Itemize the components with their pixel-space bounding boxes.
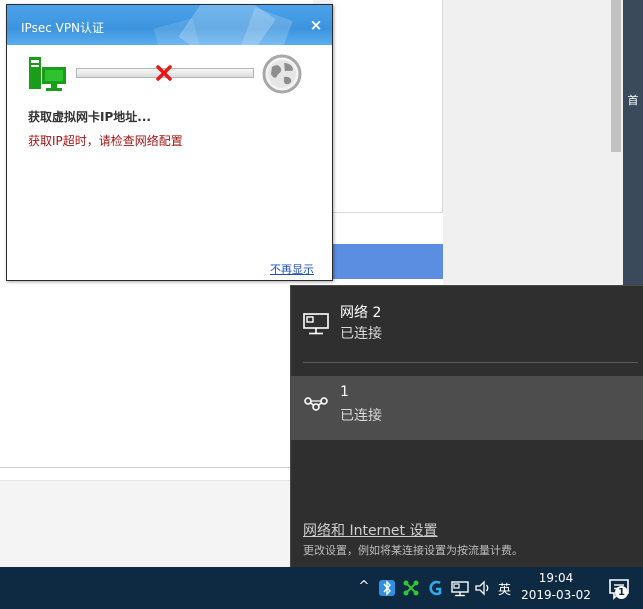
network-item-status: 已连接	[340, 408, 382, 424]
taskbar: ^ 英 19:04 2019-03-02 1	[0, 567, 643, 609]
globe-icon	[262, 54, 302, 94]
vpn-dialog-titlebar: IPsec VPN认证 ×	[7, 5, 332, 45]
clock[interactable]: 19:04 2019-03-02	[520, 570, 592, 604]
computer-icon	[29, 57, 66, 91]
background-panel	[333, 0, 443, 213]
background-dark-strip	[623, 0, 643, 285]
network-green-icon[interactable]	[402, 578, 420, 598]
background-strip-text: 首	[627, 94, 639, 107]
notification-count-badge: 1	[615, 586, 628, 599]
close-icon[interactable]: ×	[306, 15, 326, 35]
input-method-indicator[interactable]: 英	[498, 579, 511, 598]
logitech-icon[interactable]	[426, 578, 444, 598]
network-item-name: 1	[340, 384, 349, 400]
vpn-dialog-title: IPsec VPN认证	[21, 21, 105, 35]
background-selected-row	[333, 244, 443, 279]
network-item-ethernet[interactable]: 网络 2 已连接	[291, 296, 643, 358]
network-item-status: 已连接	[340, 326, 382, 342]
dont-show-again-link[interactable]: 不再显示	[270, 261, 314, 277]
network-icon[interactable]	[451, 578, 469, 598]
network-flyout: 网络 2 已连接 1 已连接 网络和 Internet 设置 更改设置，例如将某…	[290, 285, 643, 567]
network-settings-link[interactable]: 网络和 Internet 设置	[303, 520, 438, 540]
ethernet-icon	[303, 313, 329, 335]
network-settings-description: 更改设置，例如将某连接设置为按流量计费。	[303, 544, 523, 557]
clock-date: 2019-03-02	[521, 588, 591, 602]
show-hidden-icons-chevron-icon[interactable]: ^	[356, 579, 372, 597]
vpn-auth-dialog: IPsec VPN认证 × 获取虚拟网卡IP地址... 获取IP超时，请检查网络…	[6, 4, 333, 281]
volume-icon[interactable]	[474, 578, 492, 598]
vpn-status-text: 获取虚拟网卡IP地址...	[28, 110, 151, 124]
network-item-vpn[interactable]: 1 已连接	[291, 376, 643, 440]
network-item-name: 网络 2	[340, 305, 382, 321]
background-scrollbar-thumb[interactable]	[611, 0, 621, 152]
clock-time: 19:04	[538, 571, 574, 585]
background-side-area	[443, 0, 610, 285]
background-bottom-panel	[0, 481, 290, 567]
error-x-icon	[156, 65, 172, 81]
vpn-error-message: 获取IP超时，请检查网络配置	[28, 134, 183, 148]
network-divider	[303, 362, 638, 363]
vpn-icon	[304, 397, 328, 411]
bluetooth-icon[interactable]	[378, 578, 396, 598]
